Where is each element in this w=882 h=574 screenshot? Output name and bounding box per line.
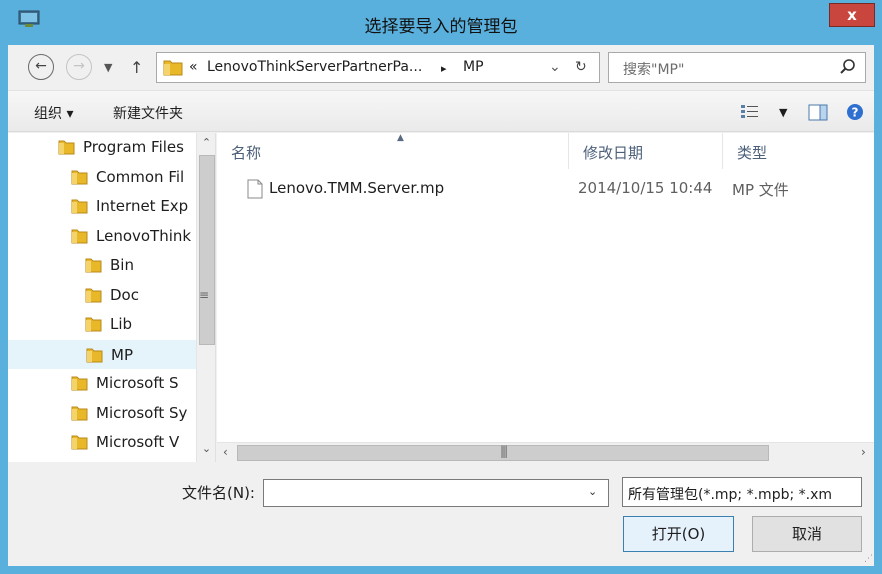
tree-item[interactable]: MP <box>8 339 196 369</box>
folder-icon <box>71 435 88 450</box>
window-title: 选择要导入的管理包 <box>364 17 518 37</box>
tree-item[interactable]: Doc <box>8 281 196 310</box>
column-header-type[interactable]: 类型 <box>723 133 874 169</box>
resize-grip-icon[interactable]: ⋰ <box>864 554 873 564</box>
tree-item-label: LenovoThink <box>96 226 192 245</box>
file-row[interactable]: Lenovo.TMM.Server.mp 2014/10/15 10:44 MP… <box>217 173 857 203</box>
navigation-pane[interactable]: Program Files Common Fil Internet Exp Lenov… <box>8 133 216 462</box>
help-icon[interactable]: ? <box>846 103 864 121</box>
column-header-date[interactable]: 修改日期 <box>569 133 723 169</box>
tree-item[interactable]: Internet Exp <box>8 192 196 221</box>
folder-icon <box>86 348 103 362</box>
title-bar[interactable]: 选择要导入的管理包 x <box>0 0 882 45</box>
address-bar[interactable]: « LenovoThinkServerPartnerPa... ▸ MP ⌄ ↻ <box>156 52 600 83</box>
column-header-name-label: 名称 <box>231 144 262 162</box>
recent-locations-dropdown[interactable]: ▼ <box>104 61 112 74</box>
column-header-name[interactable]: 名称 ▲ <box>217 133 569 169</box>
tree-item[interactable]: Microsoft S <box>8 369 196 398</box>
scroll-grip-icon: ≡ <box>199 288 210 302</box>
dialog-window: 选择要导入的管理包 x ← → ▼ ↑ « LenovoThinkServerP… <box>0 0 882 574</box>
filter-dropdown-icon: ⌄ <box>628 485 638 498</box>
address-dropdown-icon[interactable]: ⌄ <box>549 59 561 75</box>
tree-item[interactable]: Common Fil <box>8 163 196 192</box>
tree-item-label: Common Fil <box>96 167 185 186</box>
scroll-down-arrow[interactable]: ⌄ <box>199 442 214 458</box>
sort-ascending-icon: ▲ <box>397 133 404 143</box>
search-icon[interactable] <box>839 58 857 76</box>
folder-icon <box>71 376 88 391</box>
svg-text:?: ? <box>852 106 859 120</box>
view-options-icon[interactable] <box>741 105 759 119</box>
folder-icon <box>58 140 75 155</box>
scroll-left-arrow[interactable]: ‹ <box>223 445 228 459</box>
search-box[interactable]: 搜索"MP" <box>608 52 866 83</box>
scroll-up-arrow[interactable]: ⌃ <box>199 136 214 152</box>
up-button[interactable]: ↑ <box>130 58 143 77</box>
forward-button[interactable]: → <box>66 54 92 80</box>
tree-item[interactable]: LenovoThink <box>8 222 196 251</box>
breadcrumb-separator[interactable]: ▸ <box>441 62 447 75</box>
new-folder-button[interactable]: 新建文件夹 <box>113 103 183 123</box>
file-type-filter[interactable]: 所有管理包(*.mp; *.mpb; *.xm ⌄ <box>622 477 862 507</box>
tree-item-label: Doc <box>110 285 139 304</box>
file-name: Lenovo.TMM.Server.mp <box>269 179 445 197</box>
forward-arrow-icon: → <box>73 58 85 74</box>
folder-icon <box>71 229 88 243</box>
tree-item-label: Microsoft S <box>96 374 179 392</box>
folder-icon <box>71 170 88 184</box>
tree-item[interactable]: Bin <box>8 251 196 280</box>
tree-item-label: Microsoft Sy <box>96 403 188 422</box>
filename-dropdown-icon[interactable]: ⌄ <box>588 485 597 498</box>
organize-menu[interactable]: 组织 ▾ <box>34 103 73 123</box>
folder-icon <box>71 406 88 420</box>
folder-icon <box>85 317 102 332</box>
search-placeholder: 搜索"MP" <box>623 62 685 78</box>
tree-vertical-scrollbar[interactable]: ⌃ ≡ ⌄ <box>196 133 215 462</box>
column-header-type-label: 类型 <box>737 144 768 162</box>
command-toolbar: 组织 ▾ 新建文件夹 ▼ ? <box>8 90 874 132</box>
scroll-thumb[interactable] <box>199 155 215 345</box>
tree-item-label: Lib <box>110 315 133 333</box>
hscroll-grip-icon: ||| <box>500 444 508 458</box>
tree-item[interactable]: Lib <box>8 310 196 339</box>
column-header-date-label: 修改日期 <box>583 144 644 162</box>
filename-input[interactable] <box>263 479 609 507</box>
tree-item-label: MP <box>111 345 133 364</box>
tree-item-label: Internet Exp <box>96 197 189 215</box>
tree-item-label: Program Files <box>83 138 184 156</box>
folder-icon <box>163 60 183 76</box>
file-date: 2014/10/15 10:44 <box>578 179 713 197</box>
folder-icon <box>71 199 88 214</box>
file-type: MP 文件 <box>732 181 789 199</box>
tree-item[interactable]: Microsoft V <box>8 428 196 457</box>
breadcrumb-current[interactable]: MP <box>463 59 484 75</box>
refresh-icon[interactable]: ↻ <box>575 59 587 75</box>
folder-icon <box>85 258 102 273</box>
breadcrumb-parent[interactable]: LenovoThinkServerPartnerPa... <box>207 59 422 75</box>
scroll-right-arrow[interactable]: › <box>861 445 866 459</box>
tree-item-label: Microsoft V <box>96 433 180 451</box>
file-horizontal-scrollbar[interactable]: ‹ ||| › <box>217 442 874 462</box>
filename-label: 文件名(N): <box>182 484 255 502</box>
file-list-pane[interactable]: 名称 ▲ 修改日期 类型 Lenovo.TMM.Server.mp 2014/1… <box>217 133 874 462</box>
view-dropdown-icon[interactable]: ▼ <box>779 106 787 119</box>
cancel-button[interactable]: 取消 <box>752 516 862 552</box>
file-icon <box>247 179 263 199</box>
tree-item-label: Bin <box>110 256 134 274</box>
tree-item[interactable]: Microsoft Sy <box>8 399 196 428</box>
open-button[interactable]: 打开(O) <box>623 516 734 552</box>
back-arrow-icon: ← <box>35 58 47 74</box>
tree-item[interactable]: Program Files <box>8 133 196 162</box>
address-overflow[interactable]: « <box>189 59 198 75</box>
close-button[interactable]: x <box>829 3 875 27</box>
folder-icon <box>85 288 102 302</box>
back-button[interactable]: ← <box>28 54 54 80</box>
preview-pane-icon[interactable] <box>808 104 828 121</box>
dialog-client: ← → ▼ ↑ « LenovoThinkServerPartnerPa... … <box>8 45 874 566</box>
